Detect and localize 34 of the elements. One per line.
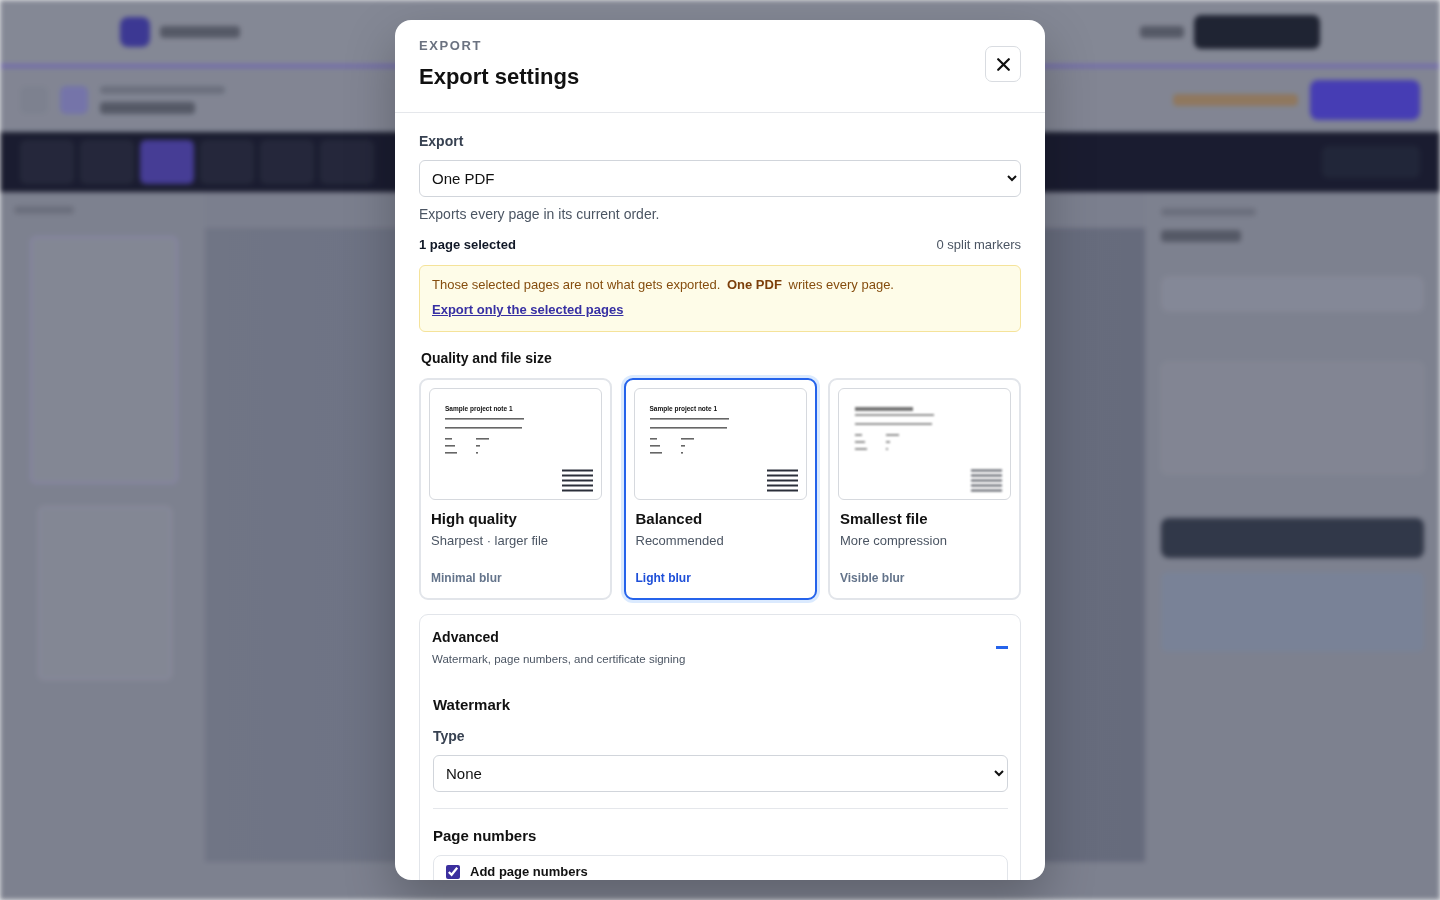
add-page-numbers-checkbox[interactable] bbox=[446, 864, 460, 879]
section-heading: Quality and file size bbox=[420, 349, 552, 368]
split-markers-count: 0 split markers bbox=[936, 236, 1021, 254]
advanced-title: Advanced bbox=[432, 628, 499, 647]
dialog-eyebrow: EXPORT bbox=[419, 38, 483, 54]
close-button[interactable] bbox=[985, 46, 1021, 82]
option-description: Sharpest · larger file bbox=[430, 532, 550, 550]
option-title: Smallest file bbox=[839, 509, 929, 529]
advanced-subtitle: Watermark, page numbers, and certificate signing bbox=[432, 652, 686, 667]
horizontal-lines-icon bbox=[562, 469, 593, 492]
minus-icon[interactable] bbox=[996, 645, 1008, 649]
export-help-text: Exports every page in its current order. bbox=[419, 205, 660, 224]
selected-pages-count: 1 page selected bbox=[419, 236, 516, 254]
blur-level-label: Visible blur bbox=[839, 570, 906, 586]
close-icon bbox=[996, 57, 1010, 71]
horizontal-lines-icon bbox=[766, 469, 798, 492]
option-description: More compression bbox=[839, 532, 948, 550]
export-mode-select[interactable]: One PDF bbox=[419, 160, 1021, 197]
page-numbers-heading: Page numbers bbox=[433, 826, 537, 846]
add-page-numbers-label: Add page numbers bbox=[470, 864, 588, 879]
option-title: Balanced bbox=[634, 509, 704, 529]
export-selected-link[interactable]: Export only the selected pages bbox=[432, 300, 624, 320]
option-description: Recommended bbox=[634, 532, 725, 550]
horizontal-lines-icon bbox=[971, 469, 1002, 492]
quality-option-card[interactable]: Smallest file More compression Visible blur bbox=[828, 378, 1021, 600]
dialog-title: Export settings bbox=[419, 63, 580, 91]
blur-level-label: Minimal blur bbox=[430, 570, 503, 586]
watermark-heading: Watermark bbox=[433, 695, 510, 715]
warning-message: Those selected pages are not what gets exported. One PDF writes every page. bbox=[432, 276, 894, 294]
option-title: High quality bbox=[430, 509, 518, 529]
export-label: Export bbox=[419, 132, 464, 151]
blur-level-label: Light blur bbox=[634, 570, 692, 586]
watermark-type-select[interactable]: None bbox=[433, 755, 1008, 792]
type-label: Type bbox=[433, 727, 465, 746]
